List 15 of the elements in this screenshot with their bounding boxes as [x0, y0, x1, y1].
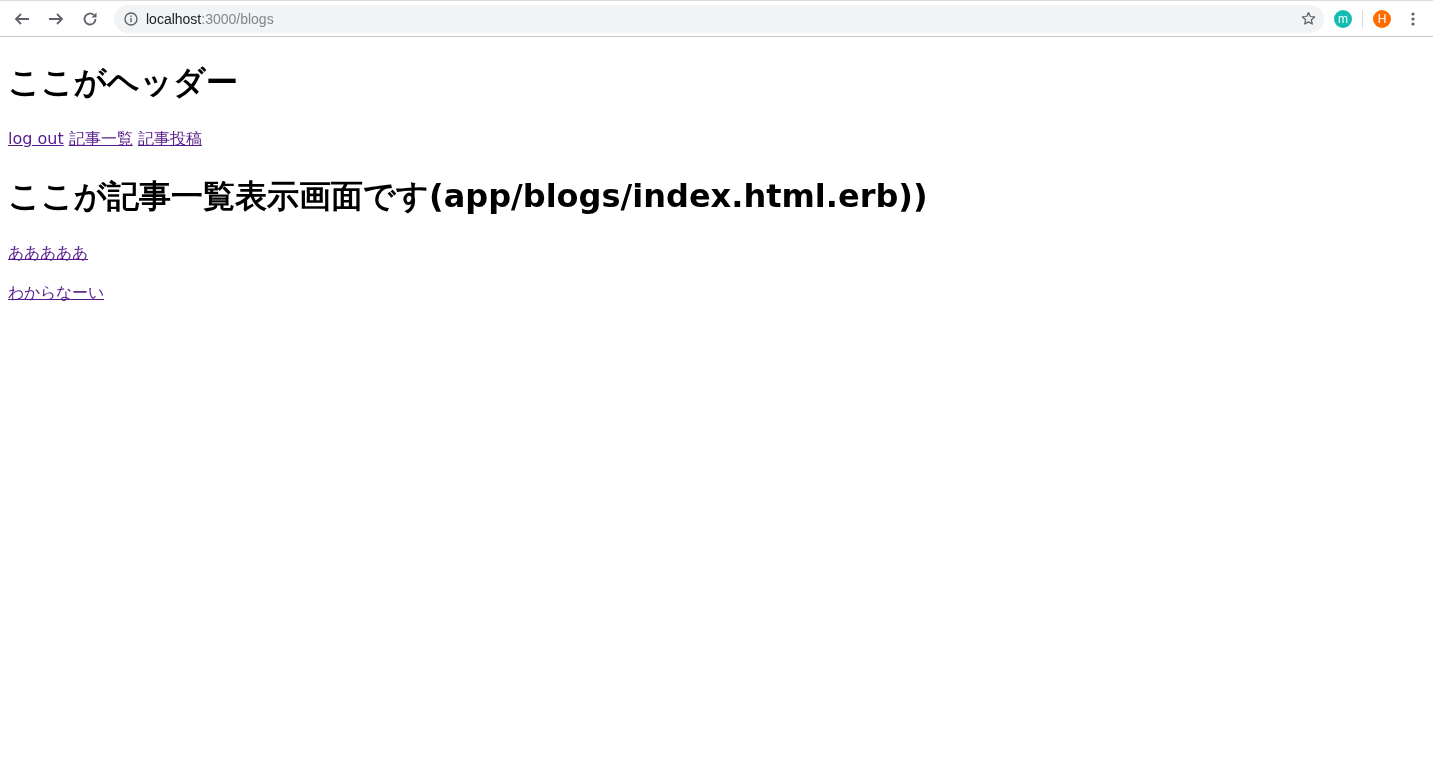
nav-link[interactable]: log out [8, 129, 64, 148]
url-text: localhost:3000/blogs [146, 10, 275, 27]
nav-link[interactable]: 記事一覧 [68, 129, 133, 148]
menu-icon [1411, 11, 1415, 26]
forward-arrow-icon [48, 10, 64, 27]
star-icon[interactable] [1301, 11, 1316, 26]
site-title: ここがヘッダー [8, 62, 238, 103]
blog-link[interactable]: あああああ [8, 243, 88, 262]
reload-icon [82, 10, 98, 27]
address-bar[interactable]: localhost:3000/blogs [114, 4, 1324, 33]
nav-link[interactable]: 記事投稿 [137, 129, 202, 148]
info-icon [124, 11, 138, 26]
page-heading: ここが記事一覧表示画面です(app/blogs/index.html.erb)) [8, 176, 928, 217]
back-arrow-icon [14, 10, 30, 27]
blog-link[interactable]: わからなーい [8, 283, 104, 302]
